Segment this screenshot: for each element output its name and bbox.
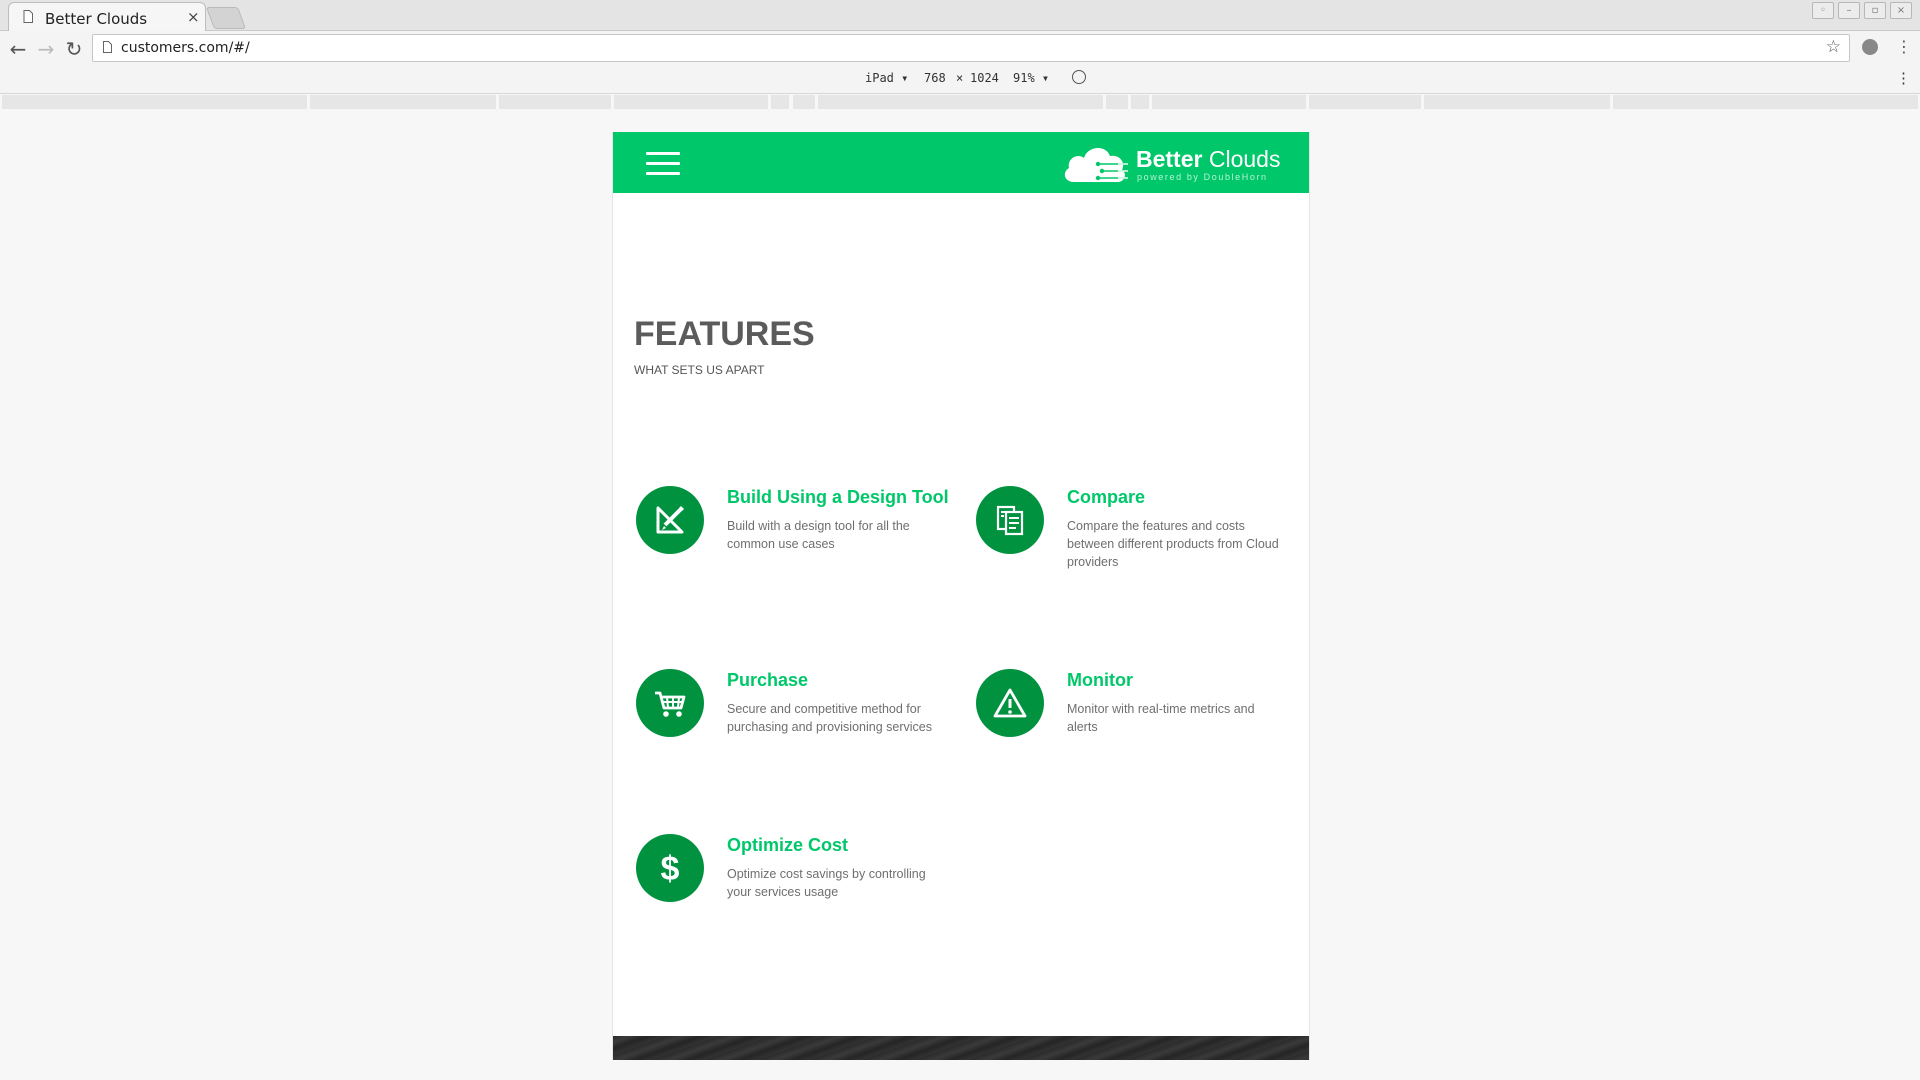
media-query-segment[interactable] xyxy=(1152,95,1306,109)
device-width[interactable]: 768 xyxy=(924,71,946,85)
url-text: customers.com/#/ xyxy=(121,40,250,56)
media-query-segment[interactable] xyxy=(499,95,611,109)
address-bar[interactable]: customers.com/#/ ☆ xyxy=(92,34,1850,62)
features-subtitle: WHAT SETS US APART xyxy=(634,363,765,377)
browser-tabstrip: Better Clouds × ◦ – ▫ × xyxy=(0,0,1920,31)
page-icon xyxy=(23,10,33,23)
emulated-page: Better Clouds powered by DoubleHorn FEAT… xyxy=(612,132,1310,1060)
browser-menu-icon[interactable]: ⋮ xyxy=(1896,37,1912,56)
zoom-select[interactable]: 91% ▾ xyxy=(1013,71,1049,85)
media-query-bar xyxy=(0,94,1920,110)
logo-wordmark: Better Clouds xyxy=(1136,146,1280,173)
dimension-separator: × xyxy=(956,71,964,85)
device-select[interactable]: iPad ▾ xyxy=(865,71,908,85)
reload-icon[interactable]: ↻ xyxy=(62,37,86,61)
feature-design-tool: Build Using a Design Tool Build with a d… xyxy=(636,486,956,606)
cloud-logo-icon xyxy=(1064,147,1128,182)
feature-description: Compare the features and costs between d… xyxy=(1067,519,1279,569)
feature-optimize-cost: $ Optimize Cost Optimize cost savings by… xyxy=(636,834,956,954)
feature-purchase: Purchase Secure and competitive method f… xyxy=(636,669,956,789)
media-query-segment[interactable] xyxy=(1309,95,1421,109)
site-header: Better Clouds powered by DoubleHorn xyxy=(613,132,1309,193)
media-query-segment[interactable] xyxy=(1424,95,1610,109)
feature-compare: Compare Compare the features and costs b… xyxy=(976,486,1296,606)
logo-tagline: powered by DoubleHorn xyxy=(1137,172,1268,182)
media-query-segment[interactable] xyxy=(310,95,496,109)
media-query-segment[interactable] xyxy=(614,95,768,109)
media-query-segment[interactable] xyxy=(2,95,307,109)
new-tab-button[interactable] xyxy=(205,7,247,29)
tab-title: Better Clouds xyxy=(45,10,148,28)
feature-title: Purchase xyxy=(727,670,809,690)
device-toolbar: iPad ▾ 768 × 1024 91% ▾ ⋮ xyxy=(0,65,1920,91)
cart-icon xyxy=(636,669,704,737)
logo-light-text: Clouds xyxy=(1202,146,1281,172)
dollar-icon: $ xyxy=(636,834,704,902)
warning-icon xyxy=(976,669,1044,737)
restore-icon[interactable]: ▫ xyxy=(1864,2,1886,19)
design-tool-icon xyxy=(636,486,704,554)
media-query-segment[interactable] xyxy=(1131,95,1149,109)
device-menu-icon[interactable]: ⋮ xyxy=(1896,69,1911,87)
feature-monitor: Monitor Monitor with real-time metrics a… xyxy=(976,669,1296,789)
feature-title: Build Using a Design Tool xyxy=(727,487,949,507)
device-height[interactable]: 1024 xyxy=(970,71,999,85)
media-query-segment[interactable] xyxy=(1106,95,1128,109)
page-footer xyxy=(613,1036,1309,1060)
feature-title: Compare xyxy=(1067,487,1146,507)
tab-close-icon[interactable]: × xyxy=(187,8,200,26)
feature-description: Monitor with real-time metrics and alert… xyxy=(1067,702,1255,734)
feature-description: Optimize cost savings by controlling you… xyxy=(727,867,926,899)
media-query-segment[interactable] xyxy=(793,95,815,109)
browser-toolbar: ← → ↻ customers.com/#/ ☆ ⋮ iPad ▾ 768 × … xyxy=(0,31,1920,94)
back-icon[interactable]: ← xyxy=(6,37,30,61)
media-query-segment[interactable] xyxy=(818,95,1103,109)
feature-title: Optimize Cost xyxy=(727,835,849,855)
logo-bold-text: Better xyxy=(1136,146,1203,172)
minimize-icon[interactable]: – xyxy=(1838,2,1860,19)
extension-icon[interactable] xyxy=(1862,39,1878,55)
svg-text:$: $ xyxy=(661,851,680,885)
feature-description: Secure and competitive method for purcha… xyxy=(727,702,932,734)
media-query-segment[interactable] xyxy=(771,95,789,109)
features-title: FEATURES xyxy=(634,315,815,353)
compare-icon xyxy=(976,486,1044,554)
bookmark-star-icon[interactable]: ☆ xyxy=(1826,37,1841,57)
media-query-segment[interactable] xyxy=(1613,95,1918,109)
better-clouds-logo[interactable]: Better Clouds powered by DoubleHorn xyxy=(1062,142,1292,186)
feature-title: Monitor xyxy=(1067,670,1133,690)
browser-tab[interactable]: Better Clouds × xyxy=(8,2,206,31)
profile-icon[interactable]: ◦ xyxy=(1812,2,1834,19)
page-icon xyxy=(103,41,112,53)
forward-icon[interactable]: → xyxy=(34,37,58,61)
close-window-icon[interactable]: × xyxy=(1890,2,1912,19)
hamburger-menu-icon[interactable] xyxy=(646,152,680,176)
rotate-icon[interactable] xyxy=(1072,70,1086,84)
feature-description: Build with a design tool for all the com… xyxy=(727,519,910,551)
